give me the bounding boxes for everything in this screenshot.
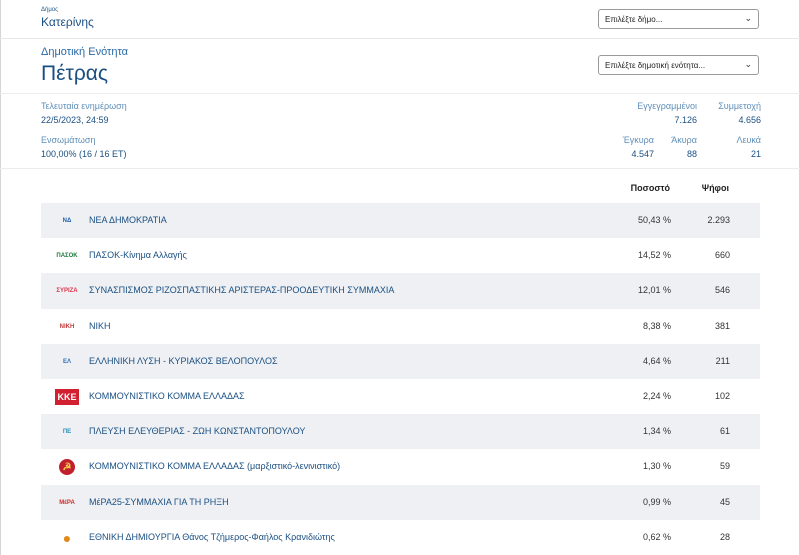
table-row: ΠΕ ΠΛΕΥΣΗ ΕΛΕΥΘΕΡΙΑΣ - ΖΩΗ ΚΩΝΣΤΑΝΤΟΠΟΥΛΟ…: [41, 414, 760, 450]
party-percent: 14,52 %: [637, 250, 671, 261]
table-row: ● ΕΘΝΙΚΗ ΔΗΜΙΟΥΡΓΙΑ Θάνος Τζήμερος-Φαήλος…: [41, 520, 760, 555]
party-percent: 1,30 %: [642, 461, 671, 472]
logo-glyph: ΕΛ: [62, 358, 71, 365]
last-update-label: Τελευταία ενημέρωση: [41, 101, 127, 111]
integration-label: Ενσωμάτωση: [41, 135, 96, 145]
logo-glyph: ●: [62, 529, 72, 546]
registered-value: 7.126: [674, 115, 697, 125]
votes-column-header: Ψήφοι: [701, 183, 729, 193]
blank-value: 21: [750, 149, 761, 159]
unit-caption: Δημοτική Ενότητα: [41, 46, 129, 58]
unit-select[interactable]: Επιλέξτε δημοτική ενότητα... ⌄: [598, 55, 759, 75]
percent-column-header: Ποσοστό: [630, 183, 670, 193]
party-votes: 660: [714, 250, 730, 261]
table-row: ΣΥΡΙΖΑ ΣΥΝΑΣΠΙΣΜΟΣ ΡΙΖΟΣΠΑΣΤΙΚΗΣ ΑΡΙΣΤΕΡΑ…: [41, 273, 760, 309]
left-border: [0, 0, 1, 555]
party-percent: 2,24 %: [642, 390, 671, 401]
party-name: ΠΑΣΟΚ-Κίνημα Αλλαγής: [89, 250, 187, 261]
plefsi-logo-icon: ΠΕ: [55, 424, 79, 440]
party-name: ΚΟΜΜΟΥΝΙΣΤΙΚΟ ΚΟΜΜΑ ΕΛΛΑΔΑΣ: [89, 390, 245, 401]
kke-ml-logo-icon: ☭: [59, 459, 75, 476]
party-name: ΚΟΜΜΟΥΝΙΣΤΙΚΟ ΚΟΜΜΑ ΕΛΛΑΔΑΣ (μαρξιστικό-…: [89, 461, 341, 472]
nd-logo-icon: NΔ: [55, 213, 79, 229]
invalid-value: 88: [686, 149, 697, 159]
syriza-logo-icon: ΣΥΡΙΖΑ: [55, 283, 79, 299]
party-percent: 8,38 %: [642, 320, 671, 331]
top-bar: Δήμος Κατερίνης Επιλέξτε δήμο... ⌄: [0, 0, 800, 39]
party-votes: 211: [715, 355, 730, 366]
results-table: NΔ ΝΕΑ ΔΗΜΟΚΡΑΤΙΑ 50,43 % 2.293 ΠΑΣΟΚ ΠΑΣΟΚ-Κ…: [41, 203, 760, 555]
chevron-down-icon: ⌄: [744, 59, 752, 69]
unit-select-value: Επιλέξτε δημοτική ενότητα...: [605, 61, 706, 70]
turnout-label: Συμμετοχή: [718, 101, 761, 111]
party-percent: 50,43 %: [637, 215, 671, 225]
municipality-select[interactable]: Επιλέξτε δήμο... ⌄: [598, 9, 759, 29]
party-votes: 546: [714, 285, 730, 296]
table-row: ΚΚΕ ΚΟΜΜΟΥΝΙΣΤΙΚΟ ΚΟΜΜΑ ΕΛΛΑΔΑΣ 2,24 % 102: [41, 379, 760, 414]
integration-value: 100,00% (16 / 16 ΕΤ): [41, 149, 127, 159]
party-percent: 12,01 %: [637, 285, 671, 296]
municipality-select-value: Επιλέξτε δήμο...: [605, 15, 663, 24]
logo-glyph: ΣΥΡΙΖΑ: [56, 288, 78, 295]
logo-glyph: ΚΚΕ: [57, 391, 77, 402]
valid-label: Έγκυρα: [622, 135, 654, 145]
logo-glyph: ☭: [62, 461, 72, 473]
chevron-down-icon: ⌄: [744, 13, 752, 23]
pasok-logo-icon: ΠΑΣΟΚ: [55, 248, 79, 264]
party-percent: 0,62 %: [642, 531, 671, 542]
invalid-label: Άκυρα: [671, 135, 697, 145]
logo-glyph: ΜέΡΑ: [59, 499, 75, 506]
party-votes: 61: [719, 426, 730, 437]
kke-logo-icon: ΚΚΕ: [55, 388, 79, 405]
valid-value: 4.547: [631, 149, 654, 159]
last-update-value: 22/5/2023, 24:59: [41, 115, 109, 125]
table-row: ΕΛ ΕΛΛΗΝΙΚΗ ΛΥΣΗ - ΚΥΡΙΑΚΟΣ ΒΕΛΟΠΟΥΛΟΣ 4,6…: [41, 343, 760, 379]
party-votes: 45: [719, 496, 730, 507]
party-votes: 102: [714, 390, 730, 401]
blank-label: Λευκά: [736, 135, 761, 145]
niki-logo-icon: ΝΙΚΗ: [55, 319, 79, 335]
elliniki-lysi-logo-icon: ΕΛ: [55, 354, 79, 370]
logo-glyph: ΝΙΚΗ: [59, 323, 75, 330]
table-row: ☭ ΚΟΜΜΟΥΝΙΣΤΙΚΟ ΚΟΜΜΑ ΕΛΛΑΔΑΣ (μαρξιστικό…: [41, 449, 760, 484]
divider: [0, 168, 800, 169]
party-votes: 2.293: [707, 215, 730, 225]
party-name: ΣΥΝΑΣΠΙΣΜΟΣ ΡΙΖΟΣΠΑΣΤΙΚΗΣ ΑΡΙΣΤΕΡΑΣ-ΠΡΟΟ…: [89, 285, 395, 296]
party-percent: 1,34 %: [642, 426, 671, 437]
mera25-logo-icon: ΜέΡΑ: [55, 495, 79, 511]
party-name: ΜέΡΑ25-ΣΥΜΜΑΧΙΑ ΓΙΑ ΤΗ ΡΗΞΗ: [89, 496, 229, 507]
table-row: ΝΙΚΗ ΝΙΚΗ 8,38 % 381: [41, 309, 760, 344]
party-votes: 28: [719, 531, 730, 542]
party-name: ΠΛΕΥΣΗ ΕΛΕΥΘΕΡΙΑΣ - ΖΩΗ ΚΩΝΣΤΑΝΤΟΠΟΥΛΟΥ: [89, 426, 306, 437]
party-percent: 4,64 %: [642, 355, 671, 366]
table-row: ΜέΡΑ ΜέΡΑ25-ΣΥΜΜΑΧΙΑ ΓΙΑ ΤΗ ΡΗΞΗ 0,99 % 45: [41, 484, 760, 520]
party-votes: 59: [719, 461, 730, 472]
party-name: ΕΘΝΙΚΗ ΔΗΜΙΟΥΡΓΙΑ Θάνος Τζήμερος-Φαήλος …: [89, 531, 335, 542]
registered-label: Εγγεγραμμένοι: [637, 101, 697, 111]
table-row: NΔ ΝΕΑ ΔΗΜΟΚΡΑΤΙΑ 50,43 % 2.293: [41, 203, 760, 239]
party-name: ΝΙΚΗ: [89, 320, 111, 331]
municipality-name: Κατερίνης: [41, 15, 94, 29]
divider: [0, 93, 800, 94]
table-row: ΠΑΣΟΚ ΠΑΣΟΚ-Κίνημα Αλλαγής 14,52 % 660: [41, 238, 760, 273]
logo-glyph: NΔ: [62, 218, 72, 224]
page-title: Πέτρας: [41, 62, 109, 85]
party-name: ΝΕΑ ΔΗΜΟΚΡΑΤΙΑ: [89, 215, 167, 225]
turnout-value: 4.656: [738, 115, 761, 125]
party-votes: 381: [714, 320, 730, 331]
ethniki-dimiourgia-logo-icon: ●: [55, 530, 79, 546]
party-percent: 0,99 %: [642, 496, 671, 507]
municipality-caption: Δήμος: [41, 7, 59, 13]
logo-glyph: ΠΑΣΟΚ: [56, 253, 78, 260]
logo-glyph: ΠΕ: [62, 429, 72, 436]
party-name: ΕΛΛΗΝΙΚΗ ΛΥΣΗ - ΚΥΡΙΑΚΟΣ ΒΕΛΟΠΟΥΛΟΣ: [89, 355, 278, 366]
